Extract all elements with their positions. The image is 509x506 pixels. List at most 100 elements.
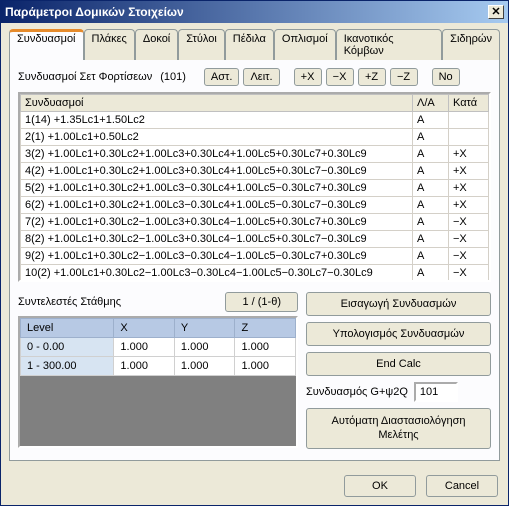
cell-la: A xyxy=(413,248,449,265)
level-factors-label: Συντελεστές Στάθμης xyxy=(18,296,121,308)
gpsi2q-label: Συνδυασμός G+ψ2Q xyxy=(306,386,408,398)
col-la[interactable]: Λ/Α xyxy=(413,95,449,112)
cell-la: A xyxy=(413,180,449,197)
level-grid: Level X Y Z 0 - 0.001.0001.0001.0001 - 3… xyxy=(20,318,296,376)
cell-kata xyxy=(449,129,489,146)
col-combo[interactable]: Συνδυασμοί xyxy=(21,95,413,112)
no-button[interactable]: No xyxy=(432,68,460,86)
cell-combo: 3(2) +1.00Lc1+0.30Lc2+1.00Lc3+0.30Lc4+1.… xyxy=(21,146,413,163)
cell-level: 0 - 0.00 xyxy=(21,338,114,357)
table-row[interactable]: 2(1) +1.00Lc1+0.50Lc2A xyxy=(21,129,489,146)
tab-slabs[interactable]: Πλάκες xyxy=(84,29,135,60)
gpsi2q-row: Συνδυασμός G+ψ2Q xyxy=(306,382,491,402)
window-title: Παράμετροι Δομικών Στοιχείων xyxy=(5,5,488,19)
cell-kata: +X xyxy=(449,197,489,214)
table-row[interactable]: 8(2) +1.00Lc1+0.30Lc2−1.00Lc3+0.30Lc4−1.… xyxy=(21,231,489,248)
level-header: Συντελεστές Στάθμης 1 / (1-θ) xyxy=(18,292,298,312)
tab-panel: Συνδυασμοί Σετ Φορτίσεων (101) Αστ. Λειτ… xyxy=(9,59,500,461)
close-button[interactable]: ✕ xyxy=(488,5,504,19)
cell-x: 1.000 xyxy=(114,338,175,357)
cell-level: 1 - 300.00 xyxy=(21,357,114,376)
dialog-window: Παράμετροι Δομικών Στοιχείων ✕ Συνδυασμο… xyxy=(0,0,509,506)
lcol-z[interactable]: Z xyxy=(235,319,296,338)
combinations-grid-wrap[interactable]: Συνδυασμοί Λ/Α Κατά 1(14) +1.35Lc1+1.50L… xyxy=(18,92,491,282)
cell-combo: 7(2) +1.00Lc1+0.30Lc2−1.00Lc3+0.30Lc4−1.… xyxy=(21,214,413,231)
table-row[interactable]: 4(2) +1.00Lc1+0.30Lc2+1.00Lc3+0.30Lc4+1.… xyxy=(21,163,489,180)
cell-combo: 2(1) +1.00Lc1+0.50Lc2 xyxy=(21,129,413,146)
table-row[interactable]: 1(14) +1.35Lc1+1.50Lc2A xyxy=(21,112,489,129)
ast-button[interactable]: Αστ. xyxy=(204,68,240,86)
combinations-grid: Συνδυασμοί Λ/Α Κατά 1(14) +1.35Lc1+1.50L… xyxy=(20,94,489,282)
footer: OK Cancel xyxy=(1,467,508,505)
cell-la: A xyxy=(413,197,449,214)
end-calc-button[interactable]: End Calc xyxy=(306,352,491,376)
cancel-button[interactable]: Cancel xyxy=(426,475,498,497)
cell-kata: −X xyxy=(449,265,489,282)
tab-steel[interactable]: Σιδηρών xyxy=(442,29,500,60)
theta-button[interactable]: 1 / (1-θ) xyxy=(225,292,298,312)
table-row[interactable]: 3(2) +1.00Lc1+0.30Lc2+1.00Lc3+0.30Lc4+1.… xyxy=(21,146,489,163)
right-column: Εισαγωγή Συνδυασμών Υπολογισμός Συνδυασμ… xyxy=(306,292,491,449)
loadset-count: (101) xyxy=(160,71,186,83)
cell-combo: 9(2) +1.00Lc1+0.30Lc2−1.00Lc3−0.30Lc4−1.… xyxy=(21,248,413,265)
lcol-level[interactable]: Level xyxy=(21,319,114,338)
cell-la: A xyxy=(413,214,449,231)
cell-y: 1.000 xyxy=(174,338,235,357)
minus-x-button[interactable]: −X xyxy=(326,68,354,86)
lcol-y[interactable]: Y xyxy=(174,319,235,338)
cell-combo: 4(2) +1.00Lc1+0.30Lc2+1.00Lc3+0.30Lc4+1.… xyxy=(21,163,413,180)
tab-beams[interactable]: Δοκοί xyxy=(135,29,178,60)
plus-z-button[interactable]: +Z xyxy=(358,68,386,86)
cell-combo: 6(2) +1.00Lc1+0.30Lc2+1.00Lc3−0.30Lc4+1.… xyxy=(21,197,413,214)
left-column: Συντελεστές Στάθμης 1 / (1-θ) Level X Y xyxy=(18,292,298,449)
cell-y: 1.000 xyxy=(174,357,235,376)
cell-x: 1.000 xyxy=(114,357,175,376)
tab-reinf[interactable]: Οπλισμοί xyxy=(274,29,336,60)
loadset-label: Συνδυασμοί Σετ Φορτίσεων xyxy=(18,71,152,83)
cell-la: A xyxy=(413,265,449,282)
lower-area: Συντελεστές Στάθμης 1 / (1-θ) Level X Y xyxy=(18,292,491,449)
table-row[interactable]: 7(2) +1.00Lc1+0.30Lc2−1.00Lc3+0.30Lc4−1.… xyxy=(21,214,489,231)
level-row[interactable]: 1 - 300.001.0001.0001.000 xyxy=(21,357,296,376)
minus-z-button[interactable]: −Z xyxy=(390,68,418,86)
lcol-x[interactable]: X xyxy=(114,319,175,338)
cell-kata: −X xyxy=(449,248,489,265)
table-row[interactable]: 10(2) +1.00Lc1+0.30Lc2−1.00Lc3−0.30Lc4−1… xyxy=(21,265,489,282)
gpsi2q-input[interactable] xyxy=(414,382,458,402)
tab-columns[interactable]: Στύλοι xyxy=(178,29,225,60)
titlebar: Παράμετροι Δομικών Στοιχείων ✕ xyxy=(1,1,508,23)
cell-kata: −X xyxy=(449,214,489,231)
grid-header-row: Συνδυασμοί Λ/Α Κατά xyxy=(21,95,489,112)
calc-combos-button[interactable]: Υπολογισμός Συνδυασμών xyxy=(306,322,491,346)
ok-button[interactable]: OK xyxy=(344,475,416,497)
cell-kata xyxy=(449,112,489,129)
close-icon: ✕ xyxy=(491,7,500,18)
cell-combo: 1(14) +1.35Lc1+1.50Lc2 xyxy=(21,112,413,129)
toolbar: Συνδυασμοί Σετ Φορτίσεων (101) Αστ. Λειτ… xyxy=(18,68,491,86)
cell-la: A xyxy=(413,129,449,146)
table-row[interactable]: 6(2) +1.00Lc1+0.30Lc2+1.00Lc3−0.30Lc4+1.… xyxy=(21,197,489,214)
cell-combo: 8(2) +1.00Lc1+0.30Lc2−1.00Lc3+0.30Lc4−1.… xyxy=(21,231,413,248)
tab-combinations[interactable]: Συνδυασμοί xyxy=(9,29,84,60)
tabstrip: Συνδυασμοί Πλάκες Δοκοί Στύλοι Πέδιλα Οπ… xyxy=(9,29,500,60)
level-row[interactable]: 0 - 0.001.0001.0001.000 xyxy=(21,338,296,357)
plus-x-button[interactable]: +X xyxy=(294,68,322,86)
table-row[interactable]: 9(2) +1.00Lc1+0.30Lc2−1.00Lc3−0.30Lc4−1.… xyxy=(21,248,489,265)
leit-button[interactable]: Λειτ. xyxy=(243,68,279,86)
tab-footings[interactable]: Πέδιλα xyxy=(225,29,274,60)
auto-dimensioning-button[interactable]: Αυτόματη Διαστασιολόγηση Μελέτης xyxy=(306,408,491,449)
cell-combo: 10(2) +1.00Lc1+0.30Lc2−1.00Lc3−0.30Lc4−1… xyxy=(21,265,413,282)
tab-capacity[interactable]: Ικανοτικός Κόμβων xyxy=(336,29,442,60)
cell-la: A xyxy=(413,231,449,248)
import-combos-button[interactable]: Εισαγωγή Συνδυασμών xyxy=(306,292,491,316)
table-row[interactable]: 5(2) +1.00Lc1+0.30Lc2+1.00Lc3−0.30Lc4+1.… xyxy=(21,180,489,197)
col-kata[interactable]: Κατά xyxy=(449,95,489,112)
cell-la: A xyxy=(413,146,449,163)
content-area: Συνδυασμοί Πλάκες Δοκοί Στύλοι Πέδιλα Οπ… xyxy=(1,23,508,467)
cell-kata: +X xyxy=(449,146,489,163)
level-header-row: Level X Y Z xyxy=(21,319,296,338)
cell-la: A xyxy=(413,112,449,129)
cell-combo: 5(2) +1.00Lc1+0.30Lc2+1.00Lc3−0.30Lc4+1.… xyxy=(21,180,413,197)
level-grid-wrap[interactable]: Level X Y Z 0 - 0.001.0001.0001.0001 - 3… xyxy=(18,316,298,448)
cell-kata: −X xyxy=(449,231,489,248)
